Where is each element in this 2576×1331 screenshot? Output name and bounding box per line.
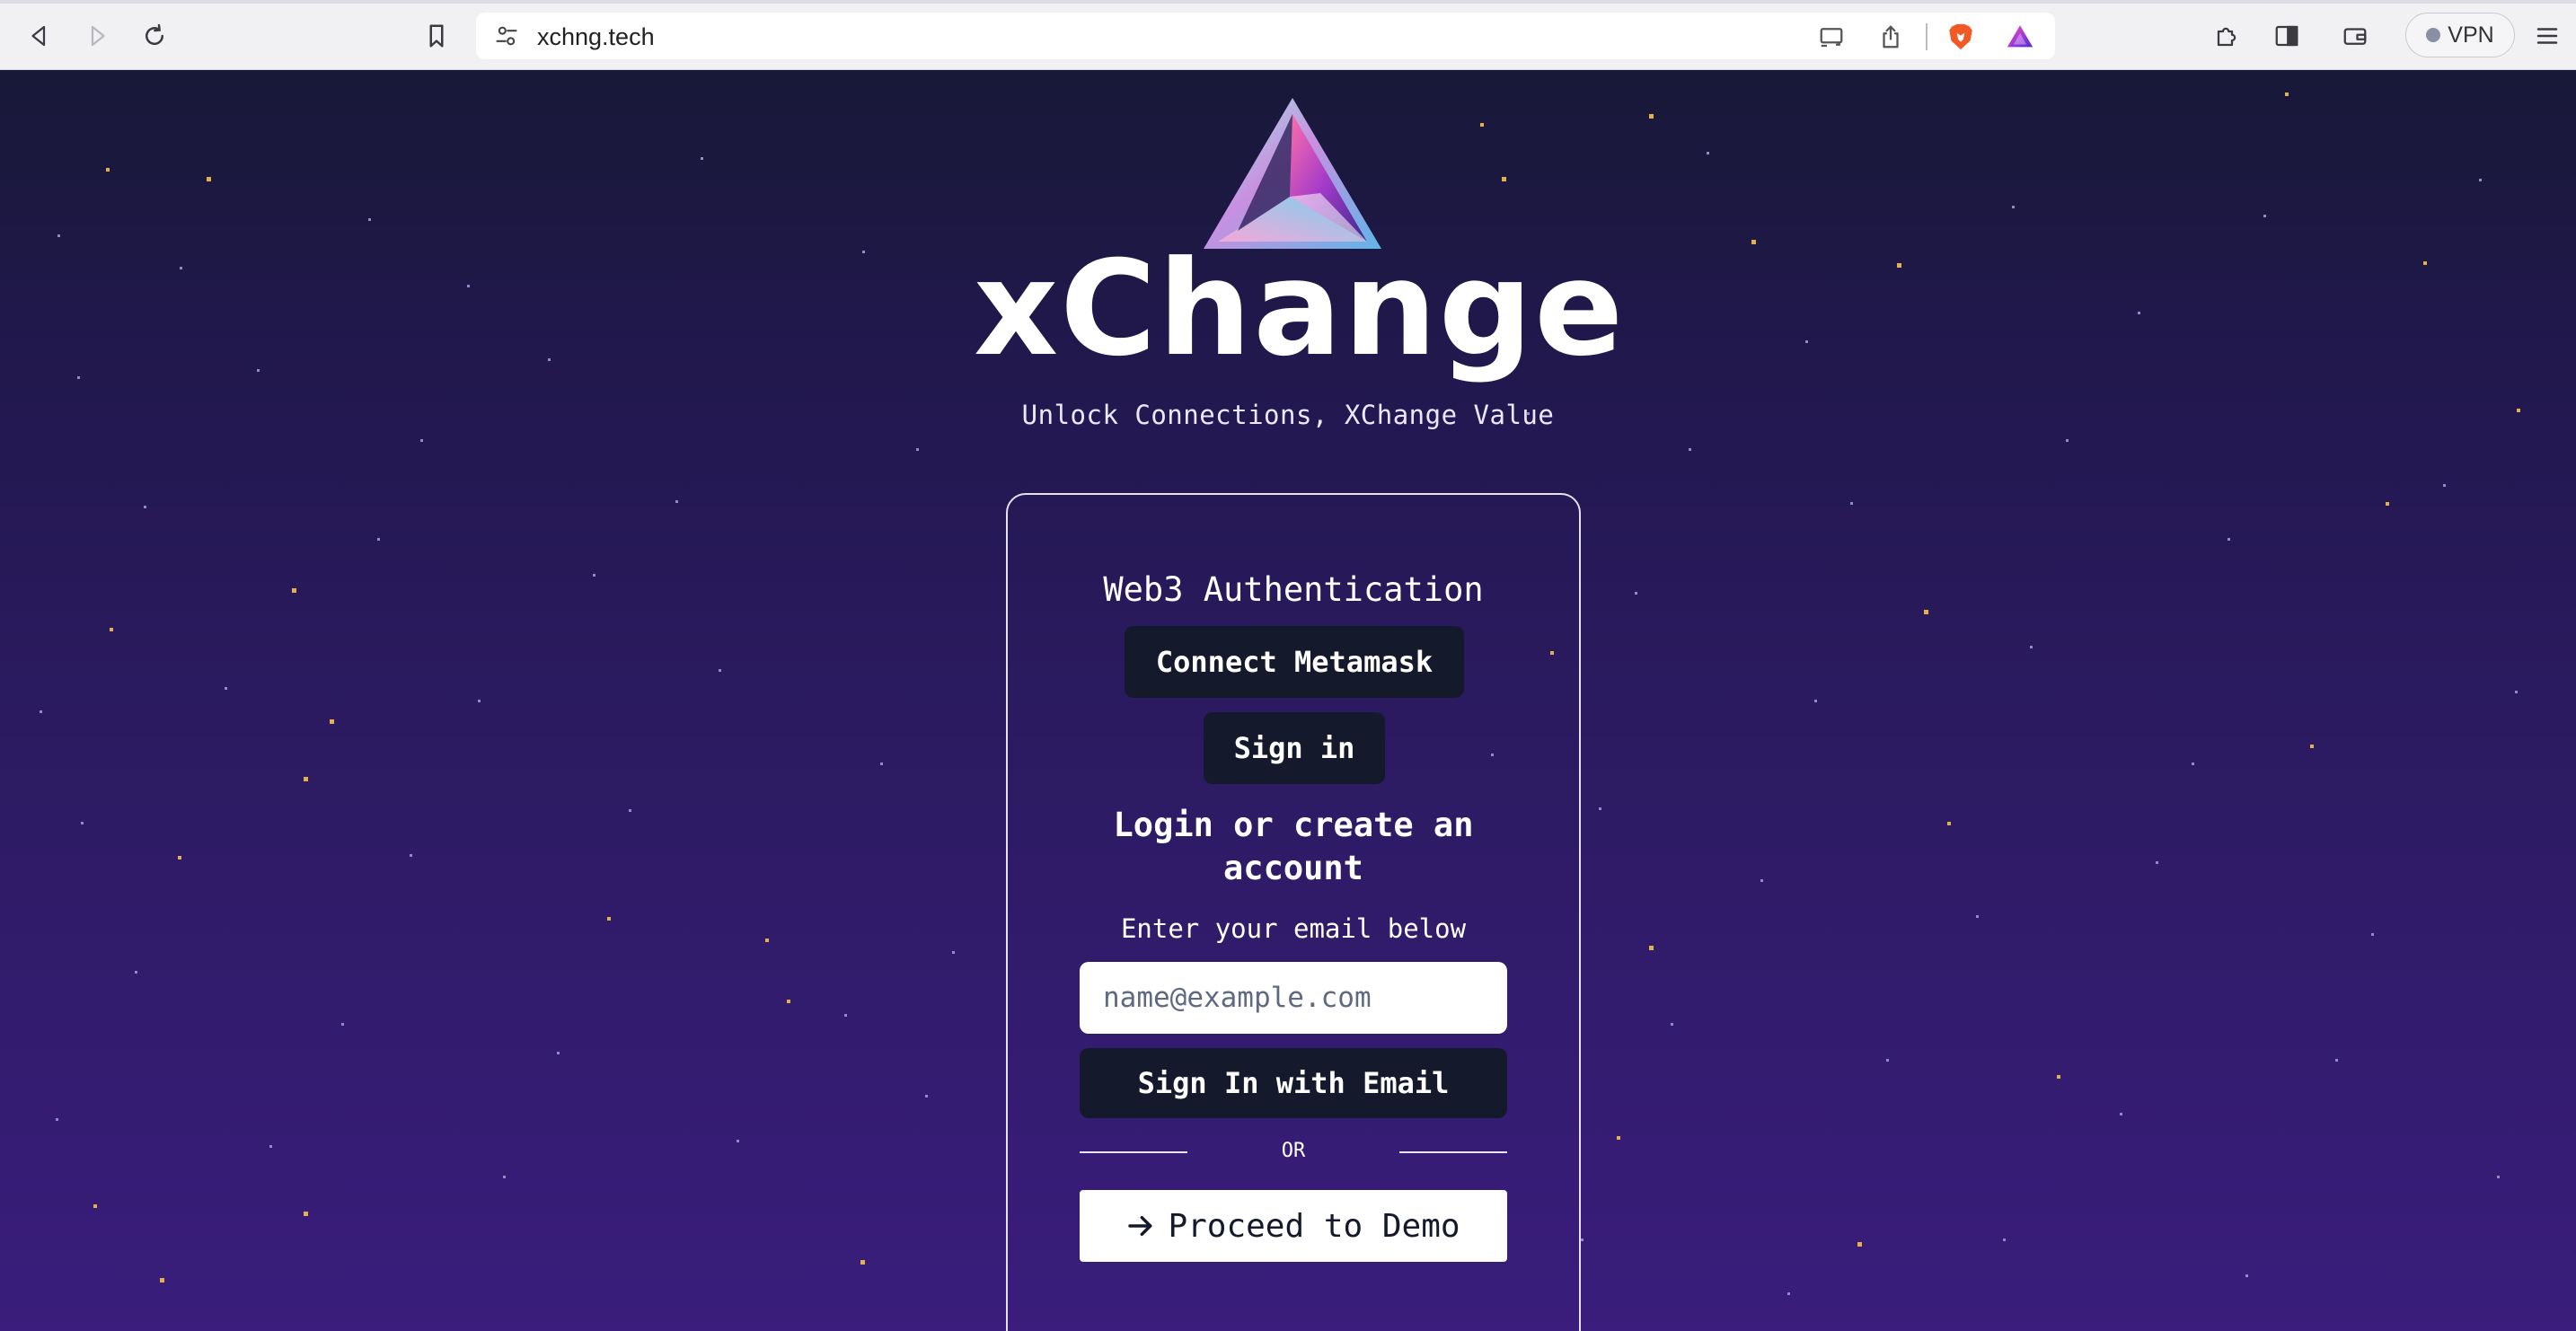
brave-lion-icon[interactable] xyxy=(1945,22,1976,52)
vpn-button[interactable]: VPN xyxy=(2405,13,2515,57)
forward-arrow-icon[interactable] xyxy=(79,18,115,54)
sign-in-button[interactable]: Sign in xyxy=(1204,712,1385,784)
brave-rewards-icon[interactable] xyxy=(2005,22,2035,52)
vpn-status-icon xyxy=(2426,28,2441,42)
vpn-label: VPN xyxy=(2448,22,2494,48)
or-divider: OR xyxy=(1080,1136,1507,1167)
back-arrow-icon[interactable] xyxy=(22,18,57,54)
brand-title: xChange xyxy=(974,233,1626,385)
share-icon[interactable] xyxy=(1877,23,1904,50)
sidebar-icon[interactable] xyxy=(2269,18,2305,54)
sign-in-email-button[interactable]: Sign In with Email xyxy=(1080,1048,1507,1118)
tune-icon[interactable] xyxy=(494,23,519,48)
connect-metamask-button[interactable]: Connect Metamask xyxy=(1125,626,1464,698)
browser-toolbar: xchng.tech VPN xyxy=(0,0,2576,70)
wallet-icon[interactable] xyxy=(2337,18,2373,54)
xchange-logo xyxy=(1204,98,1381,249)
puzzle-icon[interactable] xyxy=(2210,18,2245,54)
proceed-to-demo-label: Proceed to Demo xyxy=(1168,1207,1460,1245)
email-label: Enter your email below xyxy=(1120,913,1467,944)
email-input[interactable] xyxy=(1080,962,1507,1034)
url-text[interactable]: xchng.tech xyxy=(537,23,655,51)
address-bar-divider xyxy=(1926,23,1928,50)
page-body: xChange Unlock Connections, XChange Valu… xyxy=(0,71,2576,1331)
hamburger-menu-icon[interactable] xyxy=(2529,18,2565,54)
login-title: Login or create an account xyxy=(1113,806,1474,887)
web3-auth-title: Web3 Authentication xyxy=(1103,570,1484,609)
arrow-right-icon xyxy=(1128,1215,1152,1237)
cast-icon[interactable] xyxy=(1818,23,1845,50)
proceed-to-demo-button[interactable]: Proceed to Demo xyxy=(1080,1190,1507,1262)
bookmark-icon[interactable] xyxy=(419,18,454,54)
brand-tagline: Unlock Connections, XChange Value xyxy=(1021,400,1555,430)
tab-strip-edge xyxy=(0,0,2576,4)
auth-card: Web3 Authentication Connect Metamask Sig… xyxy=(1006,493,1581,1331)
address-bar[interactable]: xchng.tech xyxy=(476,13,2055,59)
reload-icon[interactable] xyxy=(137,18,172,54)
or-line-right xyxy=(1399,1151,1507,1153)
